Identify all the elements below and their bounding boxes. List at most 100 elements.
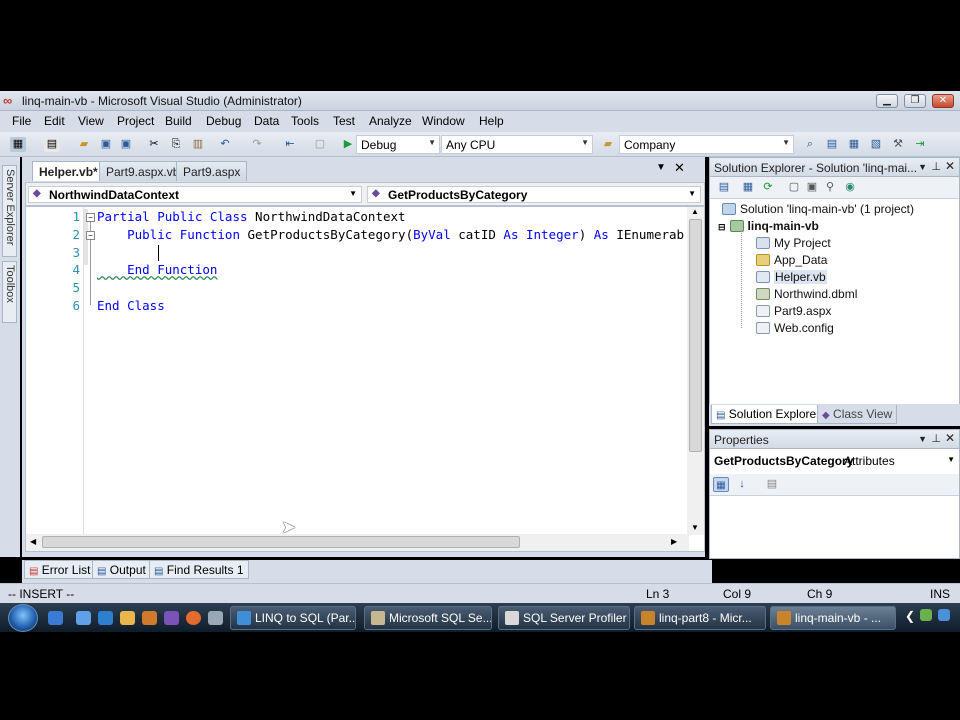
start-button[interactable] [8,604,38,632]
menu-window[interactable]: Window [422,114,465,128]
find-icon[interactable]: ⌕ [802,137,818,152]
tray-icon[interactable] [938,609,950,621]
code-line[interactable]: Public Function GetProductsByCategory(By… [97,227,692,242]
start-debugging-icon[interactable]: ▶ [340,137,356,152]
tree-project[interactable]: ⊟ linq-main-vb [718,219,819,233]
tree-item-northwind-dbml[interactable]: Northwind.dbml [756,287,857,301]
panel-menu-icon[interactable]: ▼ [918,162,927,172]
class-name-combo[interactable]: ◆ NorthwindDataContext ▼ [28,186,362,203]
tree-item-web-config[interactable]: Web.config [756,321,834,335]
tab-part9-aspx[interactable]: Part9.aspx [176,161,248,181]
pin-icon[interactable]: ⊥ [931,432,941,445]
taskbar-button-sql-server[interactable]: Microsoft SQL Se... [364,606,492,630]
menu-project[interactable]: Project [117,114,154,128]
tab-class-view[interactable]: ◆ Class View [817,405,898,424]
solution-platform-combo[interactable]: Any CPU ▼ [441,135,593,154]
start-page-icon[interactable]: ⇥ [912,137,928,152]
close-document-icon[interactable]: ✕ [674,160,685,176]
save-icon[interactable]: ▣ [98,137,114,152]
redo-icon[interactable]: ↷ [249,137,265,152]
view-designer-icon[interactable]: ▣ [804,180,820,195]
show-all-files-icon[interactable]: ▦ [740,180,756,195]
tray-icon[interactable] [920,609,932,621]
solution-configuration-combo[interactable]: Debug ▼ [356,135,440,154]
tree-item-helper-vb[interactable]: Helper.vb [756,270,827,284]
horizontal-scrollbar[interactable]: ◀ ▶ [26,534,689,551]
cut-icon[interactable]: ✂ [146,137,162,152]
collapse-icon[interactable]: ⊟ [718,222,726,232]
tab-helper-vb[interactable]: Helper.vb* [32,161,105,181]
minimize-button[interactable]: ▁ [876,94,898,108]
code-line[interactable] [97,245,157,260]
tray-expand-icon[interactable]: ❮ [905,609,915,623]
tab-solution-explorer[interactable]: ▤ Solution Explorer [711,405,826,424]
tree-item-app-data[interactable]: App_Data [756,253,827,267]
vertical-scrollbar[interactable]: ▲ ▼ [687,207,704,535]
tree-item-my-project[interactable]: My Project [756,236,831,250]
find-in-files-icon[interactable]: ▰ [600,137,616,152]
tree-solution[interactable]: Solution 'linq-main-vb' (1 project) [722,202,914,216]
code-line[interactable]: End Function [97,262,217,277]
navigate-icon[interactable]: ⇤ [282,137,298,152]
internet-explorer-icon[interactable] [98,611,113,625]
menu-help[interactable]: Help [479,114,504,128]
properties-icon[interactable]: ▤ [716,180,732,195]
taskbar-button-linq-main-vb[interactable]: linq-main-vb - ... [770,606,896,630]
show-desktop-icon[interactable] [48,611,63,625]
scroll-left-icon[interactable]: ◀ [30,537,36,546]
method-name-combo[interactable]: ◆ GetProductsByCategory ▼ [367,186,701,203]
app-icon[interactable] [208,611,223,625]
property-pages-icon[interactable]: ▤ [764,477,780,492]
close-button[interactable]: ✕ [932,94,954,108]
properties-object-combo[interactable]: GetProductsByCategory Attributes ▼ [710,450,959,472]
tab-error-list[interactable]: ▤ Error List [24,560,96,579]
object-browser-icon[interactable]: ▧ [868,137,884,152]
panel-menu-icon[interactable]: ▼ [918,434,927,444]
toolbox-tab[interactable]: Toolbox [2,261,17,323]
properties-icon[interactable]: ▦ [846,137,862,152]
tab-output[interactable]: ▤ Output [92,560,151,579]
switch-windows-icon[interactable] [76,611,91,625]
categorized-icon[interactable]: ▦ [713,477,729,492]
menu-tools[interactable]: Tools [291,114,319,128]
menu-debug[interactable]: Debug [206,114,241,128]
tab-find-results[interactable]: ▤ Find Results 1 [149,560,249,579]
alphabetical-icon[interactable]: ↓ [734,477,750,492]
scroll-up-icon[interactable]: ▲ [691,207,699,216]
app-icon[interactable] [142,611,157,625]
code-line[interactable]: Partial Public Class NorthwindDataContex… [97,209,406,224]
taskbar-button-linq-part8[interactable]: linq-part8 - Micr... [634,606,766,630]
close-panel-icon[interactable]: ✕ [945,431,955,445]
vertical-scroll-thumb[interactable] [689,219,702,452]
menu-build[interactable]: Build [165,114,192,128]
collapse-icon[interactable]: − [86,231,95,240]
open-icon[interactable]: ▰ [76,137,92,152]
scroll-right-icon[interactable]: ▶ [671,537,677,546]
new-project-icon[interactable]: ▦ [10,137,26,152]
menu-data[interactable]: Data [254,114,279,128]
taskbar-button-sql-profiler[interactable]: SQL Server Profiler [498,606,630,630]
view-code-icon[interactable]: ▢ [786,180,802,195]
tree-item-part9-aspx[interactable]: Part9.aspx [756,304,831,318]
menu-analyze[interactable]: Analyze [369,114,412,128]
class-diagram-icon[interactable]: ⚲ [822,180,838,195]
taskbar-button-linq-to-sql[interactable]: LINQ to SQL (Par... [230,606,356,630]
solution-explorer-icon[interactable]: ▤ [824,137,840,152]
add-item-icon[interactable]: ▤ [44,137,60,152]
collapse-icon[interactable]: − [86,213,95,222]
toolbox-icon[interactable]: ⚒ [890,137,906,152]
save-all-icon[interactable]: ▣ [118,137,134,152]
pin-icon[interactable]: ⊥ [931,160,941,173]
undo-icon[interactable]: ↶ [217,137,233,152]
menu-edit[interactable]: Edit [44,114,65,128]
menu-test[interactable]: Test [333,114,355,128]
navigate-forward-icon[interactable]: ▢ [312,137,328,152]
tab-part9-aspx-vb[interactable]: Part9.aspx.vb [99,161,187,181]
find-combo[interactable]: Company ▼ [619,135,794,154]
close-panel-icon[interactable]: ✕ [945,159,955,173]
firefox-icon[interactable] [186,611,201,625]
server-explorer-tab[interactable]: Server Explorer [2,165,17,257]
scroll-down-icon[interactable]: ▼ [691,523,699,532]
refresh-icon[interactable]: ⟳ [760,180,776,195]
code-line[interactable]: End Class [97,298,165,313]
